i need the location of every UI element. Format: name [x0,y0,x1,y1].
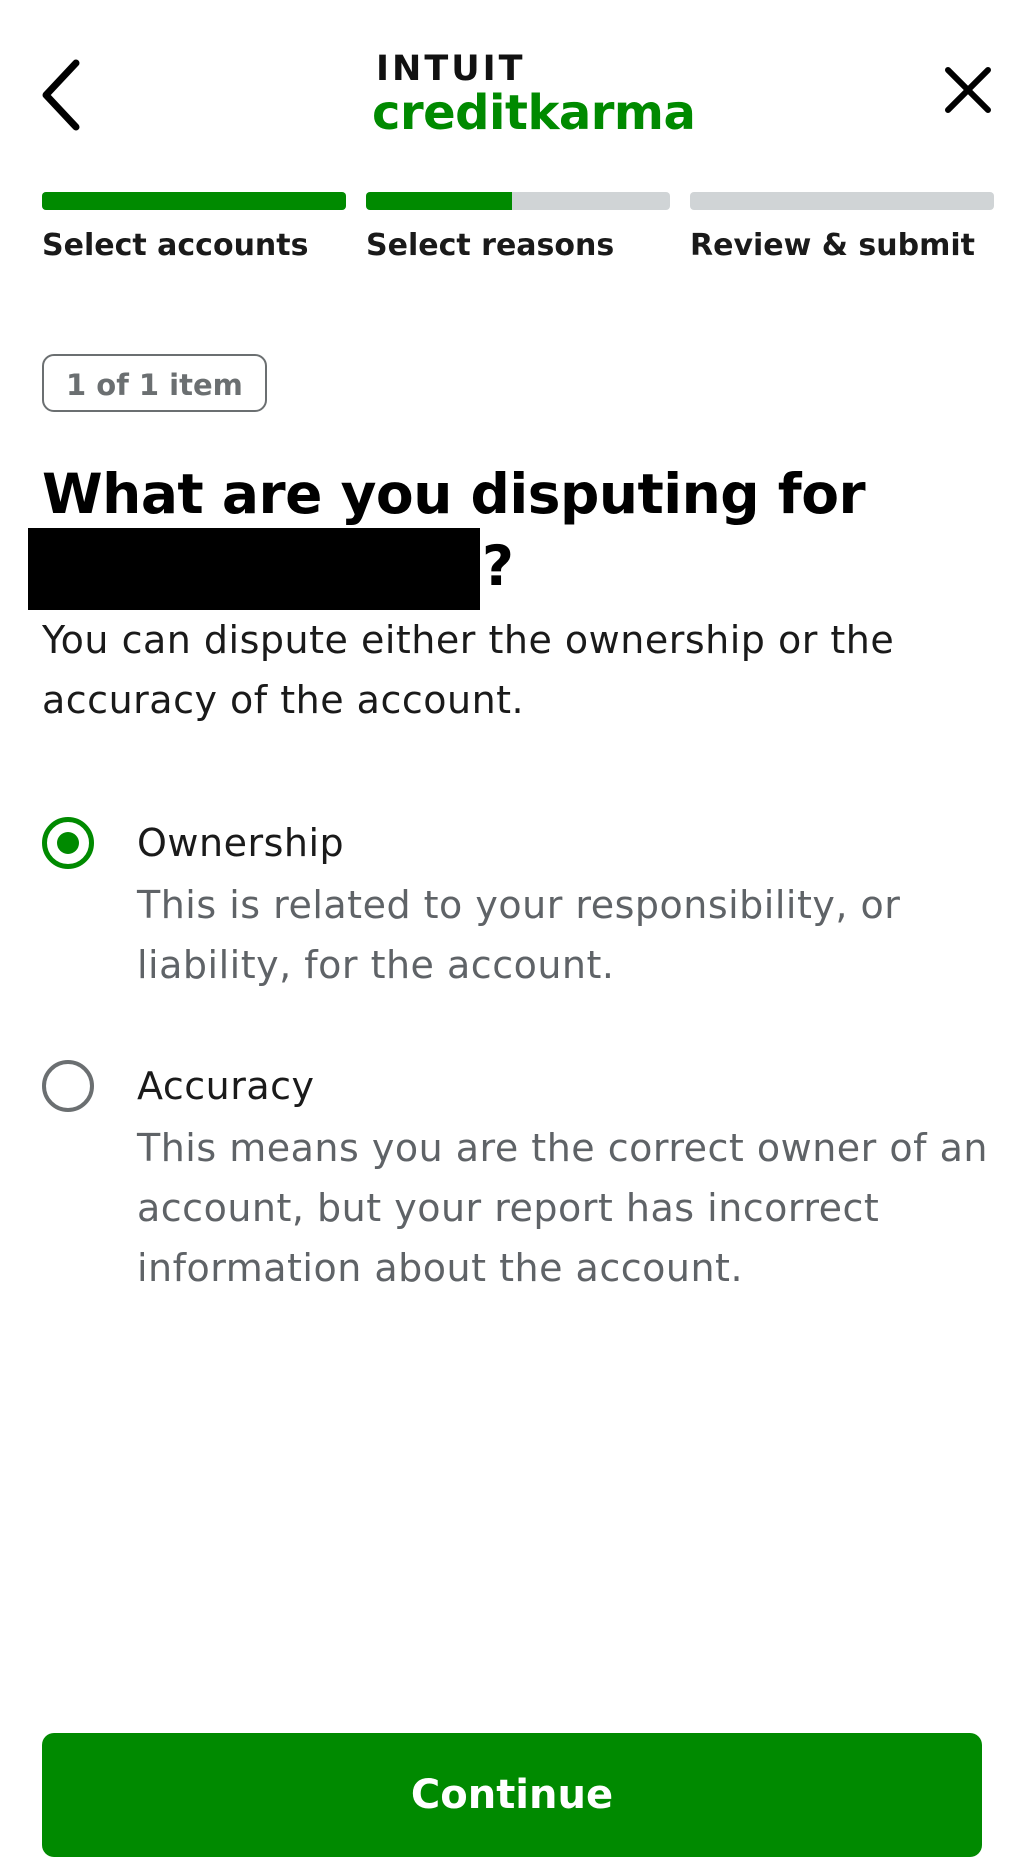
step-progress-bar [690,192,994,210]
page-title-question-mark: ? [482,534,514,598]
step-label: Review & submit [690,228,975,263]
option-accuracy[interactable]: Accuracy This means you are the correct … [42,1060,994,1300]
step-label: Select accounts [42,228,309,263]
step-label: Select reasons [366,228,615,263]
radio-dot [57,832,79,854]
option-ownership[interactable]: Ownership This is related to your respon… [42,817,994,997]
continue-button[interactable]: Continue [42,1733,982,1857]
intuit-creditkarma-logo: INTUIT creditkarma [372,50,696,141]
page-title: What are you disputing for [42,462,866,526]
page-subtitle: You can dispute either the ownership or … [42,618,895,722]
option-title: Ownership [137,821,345,865]
step-select-reasons: Select reasons [366,192,670,263]
back-button[interactable] [38,55,88,135]
option-description: This means you are the correct owner of … [137,1126,988,1290]
option-title: Accuracy [137,1064,315,1108]
option-description: This is related to your responsibility, … [137,883,901,987]
step-progress-bar [42,192,346,210]
radio-selected-icon[interactable] [42,817,94,869]
chevron-left-icon [42,59,80,131]
app-header: INTUIT creditkarma [0,0,1024,180]
radio-unselected-icon[interactable] [42,1060,94,1112]
close-button[interactable] [940,62,996,118]
item-counter-badge: 1 of 1 item [42,354,267,412]
close-icon [945,67,991,113]
redacted-account-name [28,528,480,610]
step-progress-fill [42,192,346,210]
step-review-submit: Review & submit [690,192,994,263]
step-progress-bar [366,192,670,210]
logo-creditkarma-text: creditkarma [372,85,696,141]
step-select-accounts: Select accounts [42,192,346,263]
step-progress-fill [366,192,512,210]
